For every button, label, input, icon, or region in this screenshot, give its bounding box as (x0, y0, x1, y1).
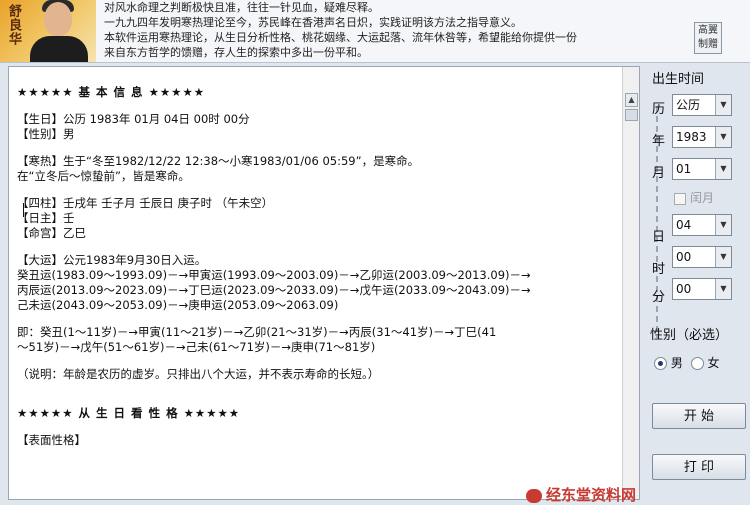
male-label: 男 (670, 356, 683, 370)
month-select[interactable]: 01 ▼ (672, 158, 732, 180)
report-line (17, 184, 617, 196)
report-line (17, 421, 617, 433)
watermark-logo-icon (526, 488, 542, 503)
intro-text: 对风水命理之判断极快且准，往往一针见血，疑难尽释。 一九九四年发明寒热理论至今，… (104, 0, 664, 60)
male-radio[interactable] (654, 357, 667, 370)
month-label: 月 (652, 166, 666, 181)
report-line: 【大运】公元1983年9月30日入运。 (17, 253, 207, 267)
report-line (17, 313, 617, 325)
gender-title: 性别（必选） (650, 328, 729, 343)
chevron-down-icon[interactable]: ▼ (715, 247, 731, 267)
hour-select[interactable]: 00 ▼ (672, 246, 732, 268)
minute-select[interactable]: 00 ▼ (672, 278, 732, 300)
intro-line: 对风水命理之判断极快且准，往往一针见血，疑难尽释。 (104, 1, 379, 14)
text-cursor (23, 203, 24, 217)
calendar-label: 历 (652, 102, 666, 117)
chevron-down-icon[interactable]: ▼ (715, 159, 731, 179)
checkbox-icon[interactable] (674, 192, 686, 205)
report-line: 【表面性格】 (17, 433, 86, 447)
female-radio[interactable] (690, 357, 704, 370)
scroll-thumb[interactable] (625, 109, 638, 121)
intro-line: 本软件运用寒热理论，从生日分析性格、桃花姻缘、大运起落、流年休咎等，希望能给你提… (104, 31, 577, 44)
report-line (17, 100, 617, 112)
author-signature: 舒良华 (6, 4, 21, 46)
leap-month-checkbox[interactable]: 闰月 (674, 189, 714, 206)
chevron-down-icon[interactable]: ▼ (715, 279, 731, 299)
report-line: ～51岁)－→戊午(51～61岁)－→己未(61～71岁)－→庚申(71～81岁… (17, 340, 376, 354)
section-header: ★★★★★ 从 生 日 看 性 格 ★★★★★ (17, 406, 241, 420)
day-label: 日 (652, 230, 666, 245)
report-line: 【日主】壬 (17, 211, 75, 225)
year-label: 年 (652, 134, 666, 149)
report-line: 己未运(2043.09～2053.09)－→庚申运(2053.09～2063.0… (17, 298, 339, 312)
female-label: 女 (707, 356, 720, 370)
report-text-area[interactable]: ★★★★★ 基 本 信 息 ★★★★★ 【生日】公历 1983年 01月 04日 … (8, 66, 640, 500)
intro-line: 来自东方哲学的馈赠，存人生的探索中多出一份平和。 (104, 46, 368, 59)
chevron-down-icon[interactable]: ▼ (715, 127, 731, 147)
chevron-down-icon[interactable]: ▼ (715, 215, 731, 235)
report-line: 丙辰运(2013.09～2023.09)－→丁巳运(2023.09～2033.0… (17, 283, 531, 297)
minute-label: 分 (652, 290, 666, 305)
report-line: 【四柱】壬戌年 壬子月 壬辰日 庚子时 （午未空） (17, 196, 274, 210)
report-line: 在“立冬后～惊蛰前”，皆是寒命。 (17, 169, 190, 183)
report-line: 【命宫】乙巳 (17, 226, 86, 240)
author-portrait: 舒良华 (0, 0, 96, 62)
birth-time-title: 出生时间 (652, 72, 705, 87)
report-line: 【生日】公历 1983年 01月 04日 00时 00分 (17, 112, 250, 126)
watermark: 经东堂资料网 (526, 484, 750, 504)
start-button[interactable]: 开 始 (652, 403, 746, 429)
birth-time-panel: 出生时间 历 公历 ▼ 年 1983 ▼ 月 01 ▼ 闰月 日 04 ▼ 时 … (644, 62, 750, 500)
year-select[interactable]: 1983 ▼ (672, 126, 732, 148)
calendar-select[interactable]: 公历 ▼ (672, 94, 732, 116)
report-content: ★★★★★ 基 本 信 息 ★★★★★ 【生日】公历 1983年 01月 04日 … (17, 85, 617, 448)
report-line (17, 382, 617, 394)
report-line (17, 142, 617, 154)
report-line: 即：癸丑(1～11岁)－→甲寅(11～21岁)－→乙卯(21～31岁)－→丙辰(… (17, 325, 497, 339)
scroll-up-arrow-icon[interactable]: ▲ (625, 93, 638, 107)
gender-options: 男 女 (654, 354, 720, 371)
report-line: 癸丑运(1983.09～1993.09)－→甲寅运(1993.09～2003.0… (17, 268, 531, 282)
hour-label: 时 (652, 262, 666, 277)
report-line: 【寒热】生于“冬至1982/12/22 12:38～小寒1983/01/06 0… (17, 154, 420, 168)
vertical-scrollbar[interactable]: ▲ (622, 67, 639, 499)
section-header: ★★★★★ 基 本 信 息 ★★★★★ (17, 85, 206, 99)
report-line: 【性别】男 (17, 127, 75, 141)
report-line: （说明：年龄是农历的虚岁。只排出八个大运，并不表示寿命的长短。） (17, 367, 380, 381)
chevron-down-icon[interactable]: ▼ (715, 95, 731, 115)
report-line (17, 241, 617, 253)
report-line (17, 355, 617, 367)
intro-banner: 舒良华 对风水命理之判断极快且准，往往一针见血，疑难尽释。 一九九四年发明寒热理… (0, 0, 750, 63)
intro-line: 一九九四年发明寒热理论至今，苏民峰在香港声名日炽，实践证明该方法之指导意义。 (104, 16, 522, 29)
dedicated-button[interactable]: 高翼 制赠 (694, 22, 722, 54)
report-line (17, 394, 617, 406)
day-select[interactable]: 04 ▼ (672, 214, 732, 236)
print-button[interactable]: 打 印 (652, 454, 746, 480)
